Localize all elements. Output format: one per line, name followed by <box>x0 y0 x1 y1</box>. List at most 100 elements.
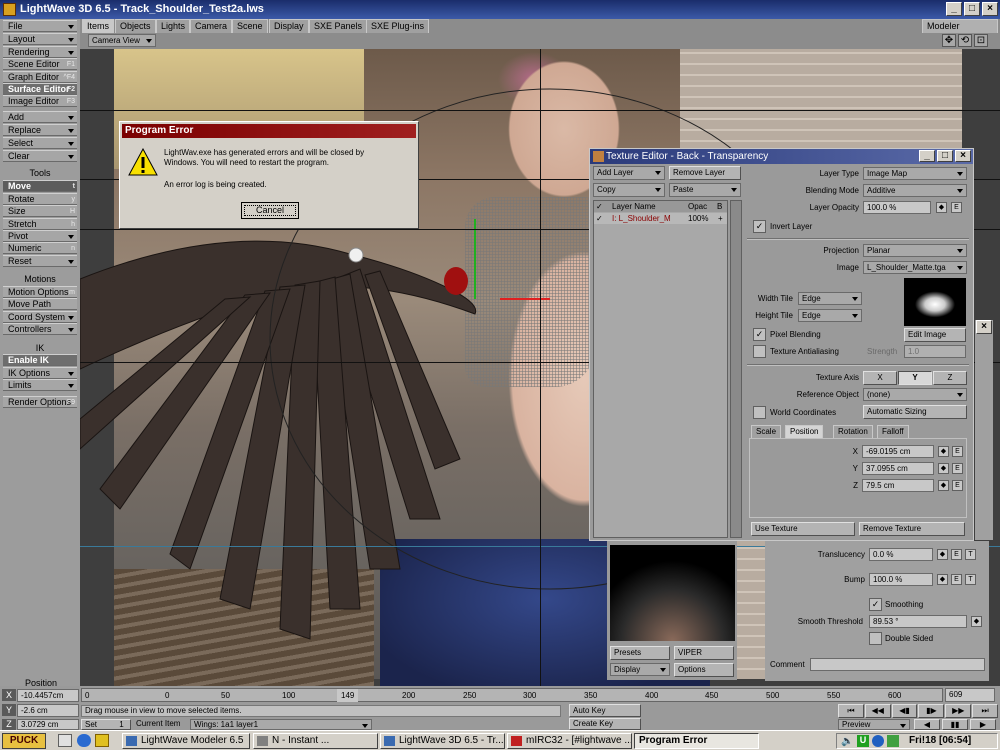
first-frame-icon[interactable]: ⏮ <box>838 704 864 718</box>
enable-ik-button[interactable]: Enable IK <box>3 354 77 366</box>
render-options-button[interactable]: Render Options F9 <box>3 396 77 408</box>
translucency-field[interactable]: 0.0 % <box>869 548 933 561</box>
taskbar-program-error[interactable]: Program Error <box>634 733 759 749</box>
limits-menu[interactable]: Limits <box>3 379 77 391</box>
tab-objects[interactable]: Objects <box>115 19 156 33</box>
width-tile-select[interactable]: Edge <box>798 292 862 305</box>
show-desktop-icon[interactable] <box>58 734 72 747</box>
add-menu[interactable]: Add <box>3 111 77 123</box>
position-x-field[interactable]: -10.4457cm <box>17 689 79 702</box>
close-button[interactable]: × <box>982 2 998 16</box>
set-button[interactable]: Set 1 <box>81 719 131 730</box>
image-select[interactable]: L_Shoulder_Matte.tga <box>863 261 967 274</box>
next-key-icon[interactable]: ▶▶ <box>945 704 972 718</box>
invert-layer-checkbox[interactable]: ✓ <box>753 220 766 233</box>
world-coordinates-checkbox[interactable] <box>753 406 766 419</box>
taskbar-lightwave-layout[interactable]: LightWave 3D 6.5 - Tr... <box>380 733 505 749</box>
tab-sxe-plugins[interactable]: SXE Plug-ins <box>366 19 430 33</box>
projection-select[interactable]: Planar <box>863 244 967 257</box>
use-texture-button[interactable]: Use Texture <box>751 522 855 536</box>
bump-field[interactable]: 100.0 % <box>869 573 933 586</box>
strength-field[interactable]: 1.0 <box>904 345 966 358</box>
pan-view-icon[interactable]: ✥ <box>942 34 956 47</box>
modeler-button[interactable]: Modeler <box>922 19 998 33</box>
smoothing-checkbox[interactable]: ✓ <box>869 598 882 611</box>
axis-x-button[interactable]: X <box>863 371 897 385</box>
cancel-button[interactable]: Cancel <box>241 202 299 219</box>
axis-y-button[interactable]: Y <box>898 371 932 385</box>
timeline-current-frame[interactable]: 149 <box>337 689 359 702</box>
surface-editor-button[interactable]: Surface Editor F2 <box>3 83 77 95</box>
view-type-select[interactable]: Camera View <box>88 34 156 47</box>
subtab-scale[interactable]: Scale <box>751 425 782 438</box>
controllers-menu[interactable]: Controllers <box>3 323 77 335</box>
paste-select[interactable]: Paste <box>669 183 741 197</box>
move-tool[interactable]: Move t <box>3 180 77 192</box>
position-x-field[interactable]: -69.0195 cm <box>862 445 934 458</box>
auto-key-button[interactable]: Auto Key <box>569 704 641 717</box>
position-x-e-button[interactable]: E <box>952 446 963 457</box>
replace-menu[interactable]: Replace <box>3 124 77 136</box>
timeline-ruler[interactable]: 0 0 50 100 149 200 250 300 350 400 450 5… <box>81 688 943 702</box>
scene-editor-button[interactable]: Scene Editor F1 <box>3 58 77 70</box>
clear-menu[interactable]: Clear <box>3 150 77 162</box>
subtab-rotation[interactable]: Rotation <box>833 425 873 438</box>
network-icon[interactable]: U <box>857 735 869 747</box>
texture-t-button[interactable]: T <box>965 549 976 560</box>
options-button[interactable]: Options <box>674 663 734 677</box>
graph-editor-button[interactable]: Graph Editor ^F4 <box>3 71 77 83</box>
rotate-tool[interactable]: Rotate y <box>3 193 77 205</box>
taskbar-lightwave-modeler[interactable]: LightWave Modeler 6.5 <box>122 733 250 749</box>
rendering-menu[interactable]: Rendering <box>3 46 77 58</box>
add-layer-select[interactable]: Add Layer <box>593 166 665 180</box>
copy-select[interactable]: Copy <box>593 183 665 197</box>
frame-end-field[interactable]: 609 <box>945 688 995 702</box>
maximize-button[interactable]: □ <box>964 2 980 16</box>
tab-display[interactable]: Display <box>269 19 309 33</box>
play-reverse-icon[interactable]: ◀ <box>914 719 940 730</box>
edit-image-button[interactable]: Edit Image <box>904 328 966 342</box>
ik-options-menu[interactable]: IK Options <box>3 367 77 379</box>
motion-options-button[interactable]: Motion Options m <box>3 286 77 298</box>
texture-e-button[interactable]: E <box>951 549 962 560</box>
layer-type-select[interactable]: Image Map <box>863 167 967 180</box>
close-button[interactable]: × <box>955 150 971 162</box>
pixel-blending-checkbox[interactable]: ✓ <box>753 328 766 341</box>
position-z-field[interactable]: 3.0729 cm <box>17 719 79 730</box>
tab-camera[interactable]: Camera <box>190 19 233 33</box>
maximize-button[interactable]: □ <box>937 150 953 162</box>
tab-scene[interactable]: Scene <box>232 19 268 33</box>
internet-explorer-icon[interactable] <box>77 734 91 747</box>
comment-field[interactable] <box>810 658 985 671</box>
play-icon[interactable]: ▶ <box>970 719 996 730</box>
layout-menu[interactable]: Layout <box>3 33 77 45</box>
zoom-view-icon[interactable]: ⊡ <box>974 34 988 47</box>
next-frame-icon[interactable]: ▮▶ <box>918 704 945 718</box>
prev-frame-icon[interactable]: ◀▮ <box>891 704 918 718</box>
last-frame-icon[interactable]: ⏭ <box>972 704 998 718</box>
layer-row[interactable]: ✓ I: L_Shoulder_M 100% + <box>594 213 727 224</box>
numeric-button[interactable]: Numeric n <box>3 242 77 254</box>
preview-select[interactable]: Preview <box>838 719 910 730</box>
tab-lights[interactable]: Lights <box>156 19 191 33</box>
envelope-icon[interactable]: ◆ <box>938 463 949 474</box>
tray-globe-icon[interactable] <box>872 735 884 747</box>
rotate-view-icon[interactable]: ⟲ <box>958 34 972 47</box>
opacity-e-button[interactable]: E <box>951 202 962 213</box>
envelope-icon[interactable]: ◆ <box>937 549 948 560</box>
subtab-falloff[interactable]: Falloff <box>877 425 909 438</box>
select-menu[interactable]: Select <box>3 137 77 149</box>
automatic-sizing-button[interactable]: Automatic Sizing <box>863 405 967 419</box>
remove-texture-button[interactable]: Remove Texture <box>859 522 965 536</box>
layer-enabled-check-icon[interactable]: ✓ <box>596 213 603 224</box>
tab-sxe-panels[interactable]: SXE Panels <box>309 19 368 33</box>
taskbar-instant-messenger[interactable]: N - Instant ... <box>253 733 378 749</box>
create-key-button[interactable]: Create Key <box>569 718 641 730</box>
taskbar-mirc[interactable]: mIRC32 - [#lightwave ... <box>507 733 632 749</box>
double-sided-checkbox[interactable] <box>869 632 882 645</box>
stretch-tool[interactable]: Stretch h <box>3 218 77 230</box>
envelope-icon[interactable]: ◆ <box>936 202 947 213</box>
quick-launch-icon[interactable] <box>95 734 109 747</box>
envelope-icon[interactable]: ◆ <box>971 616 982 627</box>
reference-object-select[interactable]: (none) <box>863 388 967 401</box>
